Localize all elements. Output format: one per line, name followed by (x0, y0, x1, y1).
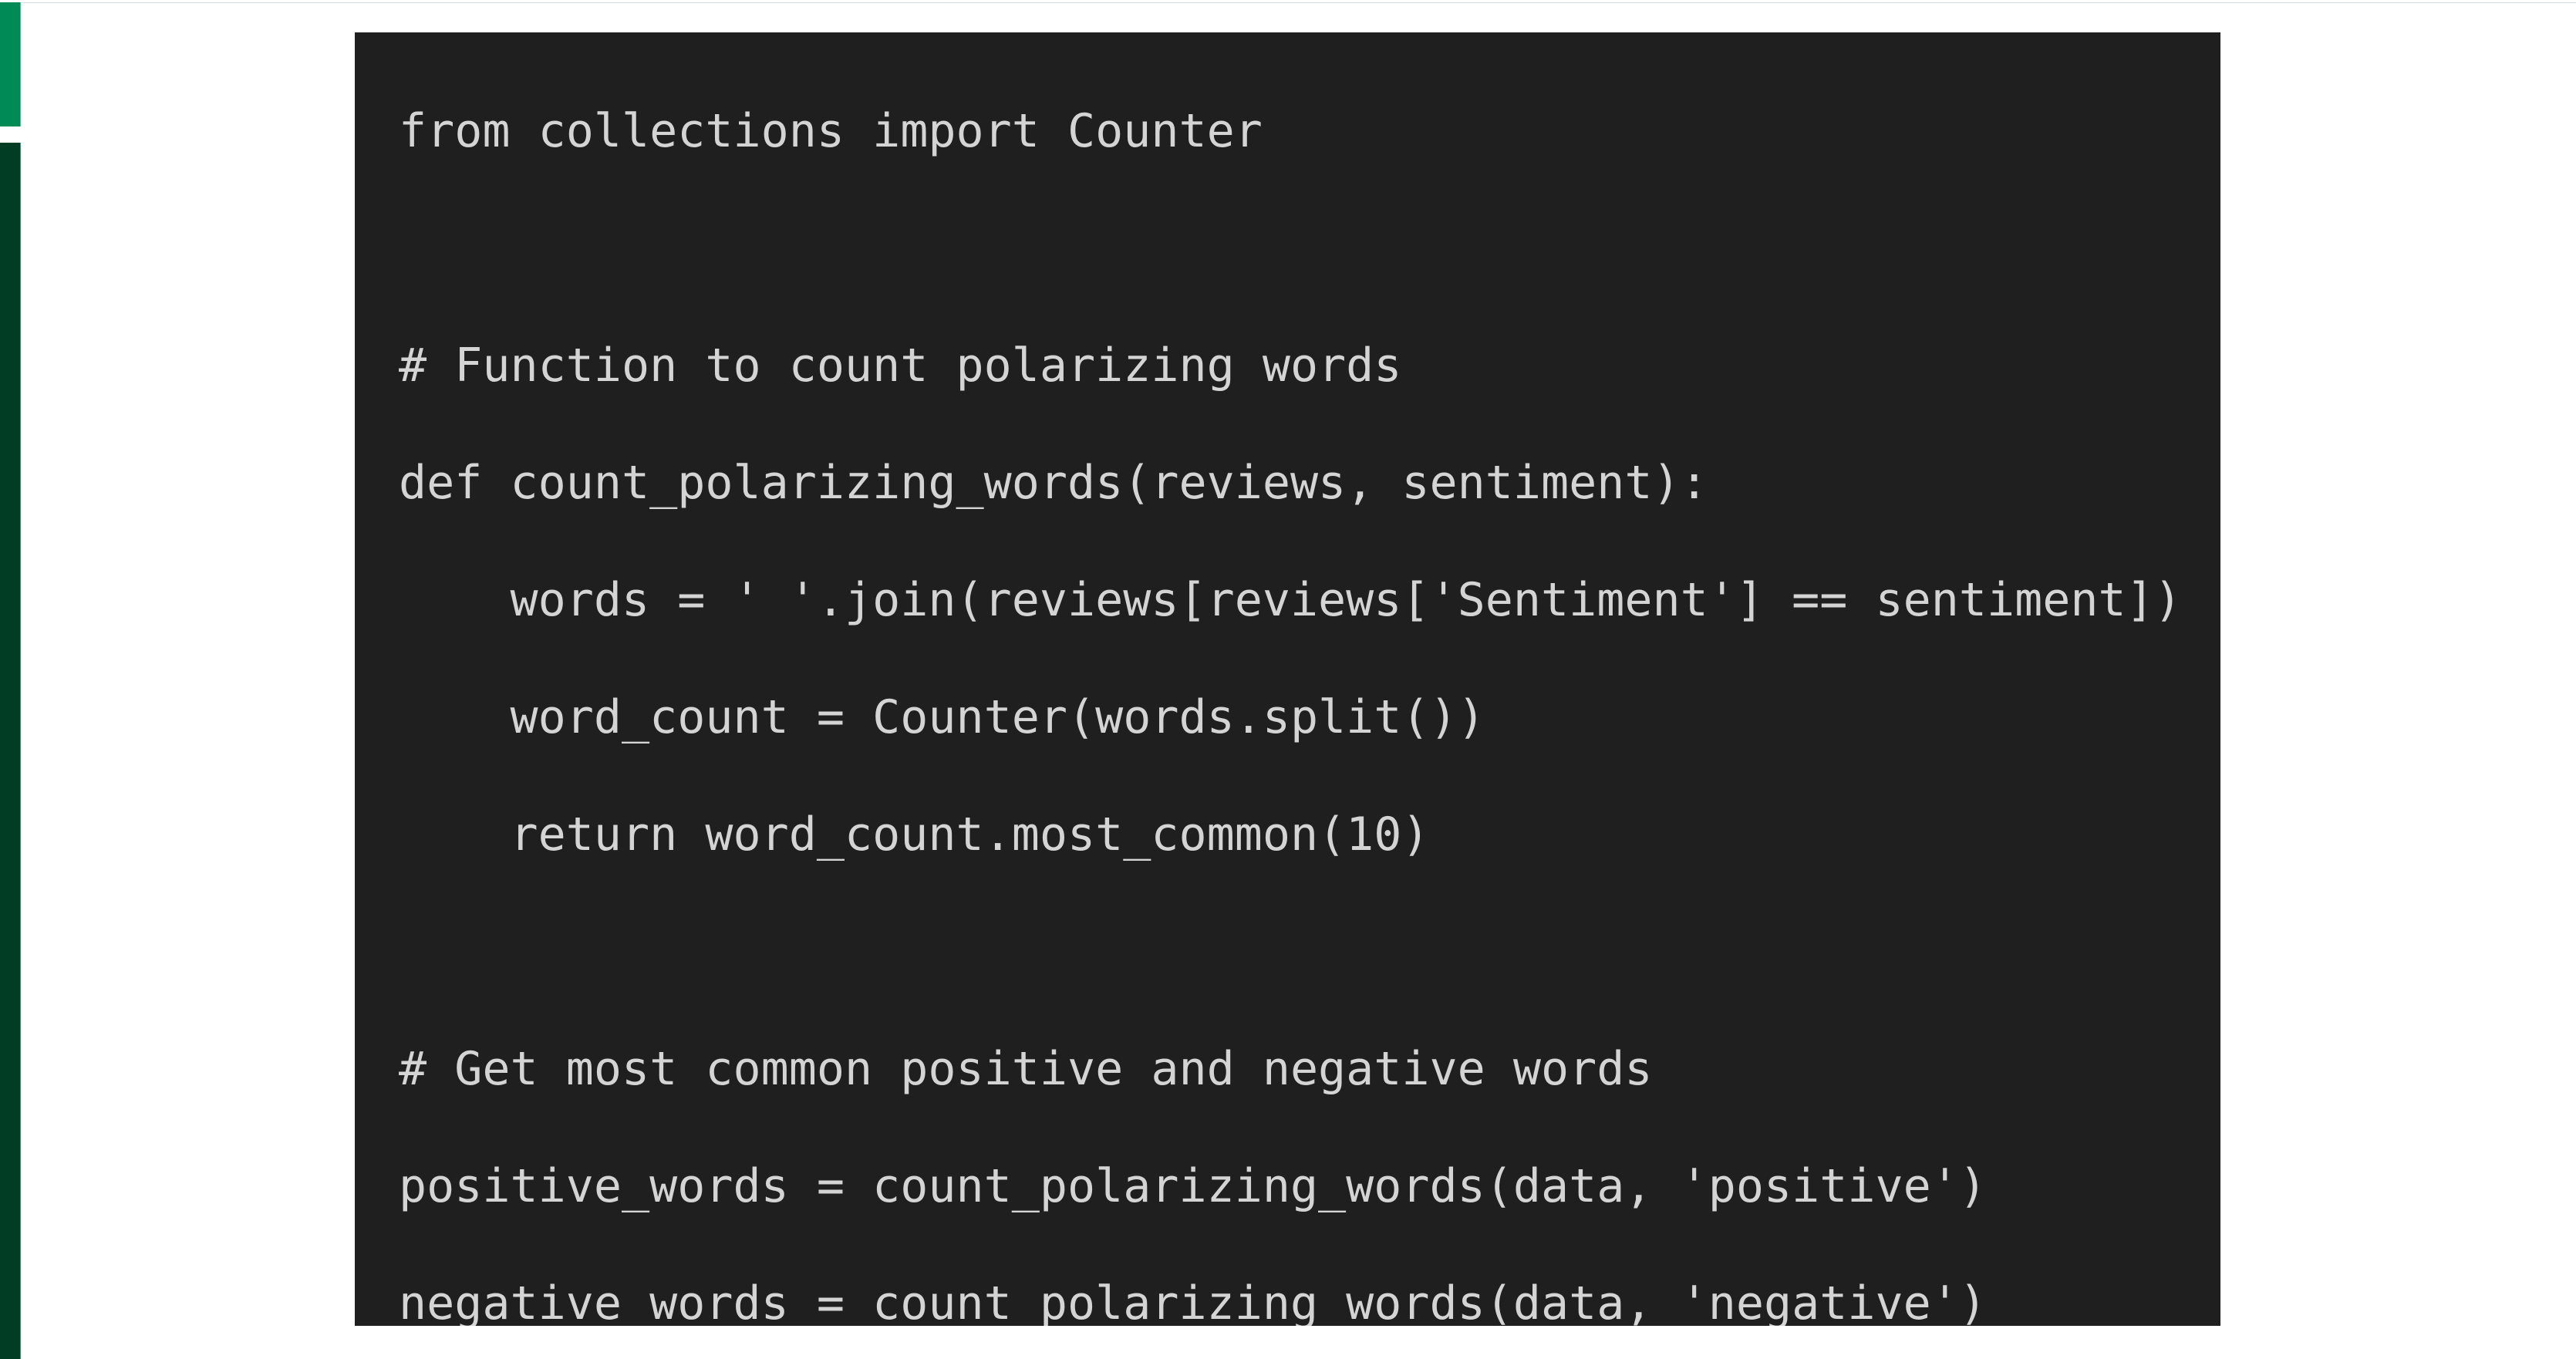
sidebar-accent-active (0, 2, 21, 126)
code-line-import: from collections import Counter (399, 104, 1263, 158)
sidebar-accent (0, 143, 21, 1359)
code-line-return: return word_count.most_common(10) (399, 808, 1430, 862)
code-line-def: def count_polarizing_words(reviews, sent… (399, 456, 1708, 510)
code-line-comment-get: # Get most common positive and negative … (399, 1042, 1653, 1096)
code-line-negative: negative_words = count_polarizing_words(… (399, 1276, 1988, 1326)
code-content: from collections import Counter # Functi… (399, 73, 2182, 1326)
code-block: from collections import Counter # Functi… (355, 32, 2220, 1326)
code-line-counter: word_count = Counter(words.split()) (399, 690, 1485, 744)
top-divider (0, 2, 2576, 3)
code-line-comment-function: # Function to count polarizing words (399, 339, 1402, 393)
code-line-join: words = ' '.join(reviews[reviews['Sentim… (399, 573, 2182, 627)
code-line-positive: positive_words = count_polarizing_words(… (399, 1159, 1988, 1213)
